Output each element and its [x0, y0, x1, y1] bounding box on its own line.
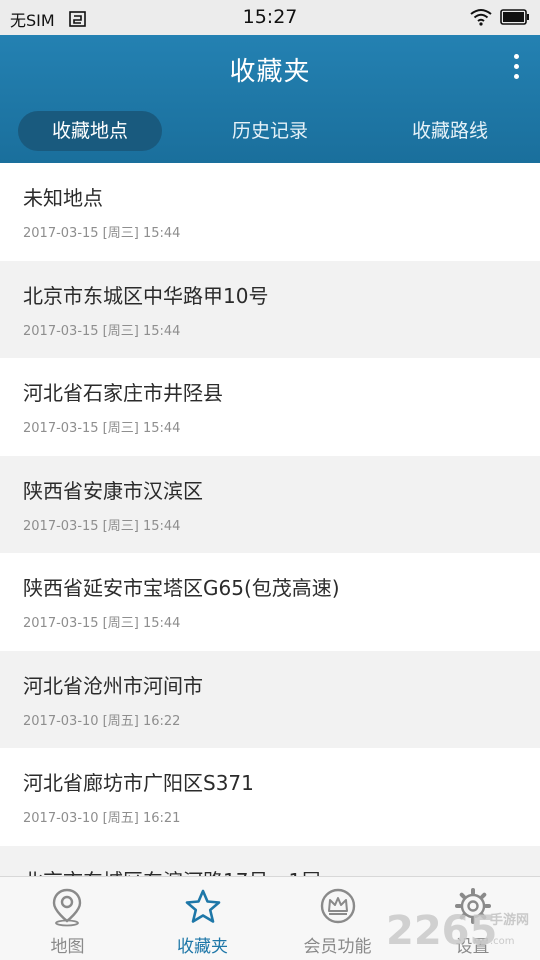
status-right [470, 8, 530, 26]
place-time: 2017-03-15 [周三] 15:44 [23, 518, 181, 534]
nav-label: 会员功能 [303, 937, 372, 957]
place-name: 河北省廊坊市广阳区S371 [23, 771, 254, 795]
place-name: 北京市东城区东滨河路17号，1层 [23, 865, 321, 877]
list-item[interactable]: 河北省廊坊市广阳区S371 2017-03-10 [周五] 16:21 [0, 748, 540, 846]
map-pin-icon [52, 888, 82, 927]
list-item[interactable]: 河北省沧州市河间市 2017-03-10 [周五] 16:22 [0, 650, 540, 748]
place-time: 2017-03-15 [周三] 15:44 [23, 226, 181, 241]
list-item[interactable]: 北京市东城区东滨河路17号，1层 [0, 845, 540, 877]
place-time: 2017-03-15 [周三] 15:44 [23, 323, 181, 339]
nav-map[interactable]: 地图 [0, 877, 135, 960]
list-item[interactable]: 未知地点 2017-03-15 [周三] 15:44 [0, 163, 540, 261]
place-time: 2017-03-15 [周三] 15:44 [23, 616, 181, 631]
nav-label: 收藏夹 [177, 937, 228, 957]
place-time: 2017-03-10 [周五] 16:22 [23, 713, 181, 729]
nav-label: 地图 [50, 937, 85, 957]
place-name: 河北省沧州市河间市 [23, 673, 203, 698]
favorites-list: 未知地点 2017-03-15 [周三] 15:44 北京市东城区中华路甲10号… [0, 163, 540, 876]
nav-label: 设置 [455, 937, 490, 957]
list-item[interactable]: 陕西省延安市宝塔区G65(包茂高速) 2017-03-15 [周三] 15:44 [0, 553, 540, 651]
place-name: 陕西省安康市汉滨区 [23, 478, 203, 503]
battery-icon [500, 9, 529, 25]
wifi-icon [470, 9, 492, 26]
place-time: 2017-03-15 [周三] 15:44 [23, 421, 181, 436]
page-title: 收藏夹 [229, 57, 311, 87]
nav-membership[interactable]: 会员功能 [270, 877, 405, 960]
status-bar: 无SIM 15:27 [0, 0, 540, 35]
clock: 15:27 [242, 6, 298, 28]
tab-history[interactable]: 历史记录 [198, 111, 342, 151]
list-item[interactable]: 河北省石家庄市井陉县 2017-03-15 [周三] 15:44 [0, 358, 540, 456]
bottom-nav: 地图 收藏夹 会员功能 设置 [0, 876, 540, 960]
nav-settings[interactable]: 设置 [405, 877, 540, 960]
more-options-icon[interactable] [510, 51, 522, 85]
crown-icon [320, 888, 356, 924]
star-icon [185, 889, 221, 923]
list-item[interactable]: 北京市东城区中华路甲10号 2017-03-15 [周三] 15:44 [0, 260, 540, 358]
tab-favorite-routes[interactable]: 收藏路线 [378, 111, 522, 151]
place-time: 2017-03-10 [周五] 16:21 [23, 811, 181, 826]
app-header: 收藏夹 收藏地点 历史记录 收藏路线 [0, 35, 540, 163]
place-name: 陕西省延安市宝塔区G65(包茂高速) [23, 576, 340, 600]
list-item[interactable]: 陕西省安康市汉滨区 2017-03-15 [周三] 15:44 [0, 455, 540, 553]
gear-icon [455, 888, 491, 924]
place-name: 未知地点 [23, 186, 103, 210]
place-name: 北京市东城区中华路甲10号 [23, 283, 269, 308]
place-name: 河北省石家庄市井陉县 [23, 381, 223, 405]
tab-bar: 收藏地点 历史记录 收藏路线 [0, 111, 540, 151]
nav-favorites[interactable]: 收藏夹 [135, 877, 270, 960]
tab-favorite-places[interactable]: 收藏地点 [18, 111, 162, 151]
